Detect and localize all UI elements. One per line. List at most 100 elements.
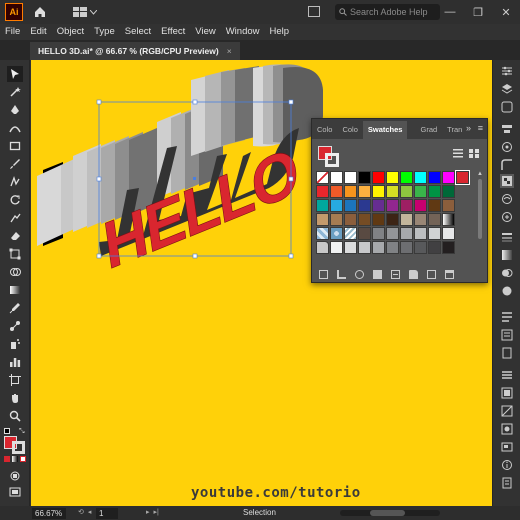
swatch-item[interactable] xyxy=(442,199,455,212)
panel-fill-stroke[interactable] xyxy=(318,146,340,168)
swatch-item[interactable] xyxy=(330,171,343,184)
swatch-item[interactable] xyxy=(344,199,357,212)
close-tab-icon[interactable]: × xyxy=(227,46,232,56)
swatch-item[interactable] xyxy=(455,170,470,185)
document-info-icon[interactable] xyxy=(500,476,514,490)
handle-bottom-right[interactable] xyxy=(288,253,294,259)
scroll-thumb[interactable] xyxy=(478,179,482,239)
transparency-icon[interactable] xyxy=(500,266,514,280)
artboards-icon[interactable] xyxy=(500,386,514,400)
swatch-item[interactable] xyxy=(442,213,455,226)
screen-mode-icon[interactable] xyxy=(7,484,23,500)
grid-view-icon[interactable] xyxy=(469,149,479,158)
swatch-item[interactable] xyxy=(372,171,385,184)
asset-export-icon[interactable] xyxy=(500,368,514,382)
draw-mode-icon[interactable] xyxy=(7,468,23,484)
swatch-item[interactable] xyxy=(400,241,413,254)
info-icon[interactable] xyxy=(500,458,514,472)
handle-mid-left[interactable] xyxy=(96,176,102,182)
curvature-tool-icon[interactable] xyxy=(7,120,23,136)
gradient-tool-icon[interactable] xyxy=(7,282,23,298)
eyedropper-icon[interactable] xyxy=(7,300,23,316)
swatch-item[interactable] xyxy=(414,227,427,240)
horizontal-scrollbar[interactable] xyxy=(340,510,440,516)
swatch-item[interactable] xyxy=(372,227,385,240)
handle-bottom-center[interactable] xyxy=(192,253,198,259)
swatches-dock-icon[interactable] xyxy=(500,174,514,188)
swatch-item[interactable] xyxy=(442,227,455,240)
swatch-options-icon[interactable] xyxy=(373,269,382,279)
scroll-up-icon[interactable]: ▲ xyxy=(477,171,483,177)
free-transform-icon[interactable] xyxy=(7,246,23,262)
transform-icon[interactable] xyxy=(500,140,514,154)
rectangle-tool-icon[interactable] xyxy=(7,138,23,154)
swatch-item[interactable] xyxy=(414,199,427,212)
swatch-libraries-icon[interactable] xyxy=(319,269,328,279)
menu-edit[interactable]: Edit xyxy=(25,24,51,40)
menu-effect[interactable]: Effect xyxy=(156,24,190,40)
swatch-item[interactable] xyxy=(358,213,371,226)
swatch-item[interactable] xyxy=(386,227,399,240)
swatch-item[interactable] xyxy=(428,213,441,226)
swatch-item[interactable] xyxy=(330,199,343,212)
swatch-item[interactable] xyxy=(316,199,329,212)
swatch-item[interactable] xyxy=(358,199,371,212)
layers-icon[interactable] xyxy=(500,82,514,96)
swatch-item[interactable] xyxy=(316,241,329,254)
image-trace-icon[interactable] xyxy=(500,422,514,436)
tab-gradient[interactable]: Grad xyxy=(415,121,442,139)
brush-tool-icon[interactable] xyxy=(7,156,23,172)
handle-top-right[interactable] xyxy=(288,99,294,105)
links-icon[interactable] xyxy=(500,404,514,418)
swatch-item[interactable] xyxy=(386,171,399,184)
rotate-tool-icon[interactable] xyxy=(7,192,23,208)
fill-stroke-control[interactable]: ⤡ xyxy=(4,428,26,454)
swatch-item[interactable] xyxy=(400,227,413,240)
show-kinds-icon[interactable] xyxy=(355,269,364,279)
menu-object[interactable]: Object xyxy=(52,24,89,40)
home-icon[interactable] xyxy=(33,5,47,19)
swatch-item[interactable] xyxy=(428,199,441,212)
prev-artboard-icon[interactable]: ◂ xyxy=(88,508,92,516)
properties-icon[interactable] xyxy=(500,64,514,78)
swatch-item[interactable] xyxy=(330,213,343,226)
swatch-item[interactable] xyxy=(386,199,399,212)
swatch-item[interactable] xyxy=(372,241,385,254)
swatch-item[interactable] xyxy=(316,185,329,198)
menu-help[interactable]: Help xyxy=(265,24,295,40)
zoom-level-field[interactable]: 66.67% xyxy=(32,507,66,519)
swatch-item[interactable] xyxy=(330,185,343,198)
gradient-panel-icon[interactable] xyxy=(500,248,514,262)
blend-tool-icon[interactable] xyxy=(7,318,23,334)
swatch-item[interactable] xyxy=(400,185,413,198)
arrange-documents-icon[interactable] xyxy=(308,6,320,17)
swatch-item[interactable] xyxy=(316,171,329,184)
none-mode-icon[interactable] xyxy=(20,456,26,462)
maximize-button[interactable]: ❐ xyxy=(464,0,492,24)
character-icon[interactable] xyxy=(500,310,514,324)
opentype-icon[interactable] xyxy=(500,346,514,360)
swatch-item[interactable] xyxy=(358,227,371,240)
libraries-icon[interactable] xyxy=(500,100,514,114)
workspace-switcher[interactable] xyxy=(73,7,97,17)
symbol-sprayer-icon[interactable] xyxy=(7,336,23,352)
shaper-tool-icon[interactable] xyxy=(7,174,23,190)
delete-swatch-icon[interactable] xyxy=(445,269,454,279)
handle-top-left[interactable] xyxy=(96,99,102,105)
align-icon[interactable] xyxy=(500,122,514,136)
folder-icon[interactable] xyxy=(409,269,418,279)
artboard-number-field[interactable]: 1 xyxy=(96,507,118,519)
swatch-item[interactable] xyxy=(372,199,385,212)
swatch-item[interactable] xyxy=(442,171,455,184)
navigator-icon[interactable] xyxy=(500,440,514,454)
swatch-item[interactable] xyxy=(428,227,441,240)
swatch-item[interactable] xyxy=(414,213,427,226)
search-input[interactable]: Search Adobe Help xyxy=(335,4,440,20)
new-swatch-icon[interactable] xyxy=(427,269,436,279)
panel-menu-icon[interactable]: ≡ xyxy=(478,123,483,133)
swatch-item[interactable] xyxy=(428,241,441,254)
magic-wand-icon[interactable] xyxy=(7,84,23,100)
swatch-item[interactable] xyxy=(400,213,413,226)
minimize-button[interactable]: — xyxy=(436,0,464,24)
swatch-item[interactable] xyxy=(414,241,427,254)
